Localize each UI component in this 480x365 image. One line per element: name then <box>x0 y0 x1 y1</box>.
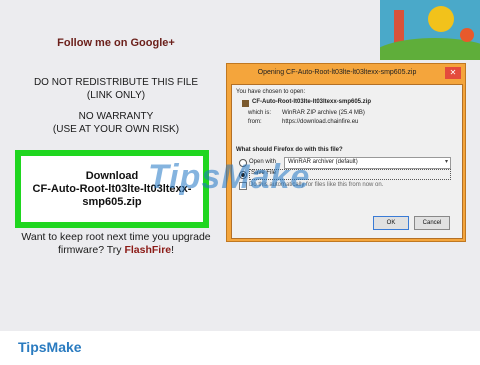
dialog-title: Opening CF-Auto-Root-lt03lte-lt03ltexx-s… <box>257 69 417 76</box>
warning-line: DO NOT REDISTRIBUTE THIS FILE <box>33 77 199 88</box>
sun-shape <box>428 6 454 32</box>
tipsmake-watermark: TipsMake <box>148 158 311 196</box>
from-label: from: <box>248 119 262 125</box>
chevron-down-icon: ▾ <box>444 159 448 165</box>
warranty-warning: NO WARRANTY (USE AT YOUR OWN RISK) <box>0 110 232 136</box>
file-type-value: WinRAR ZIP archive (25.4 MB) <box>282 110 365 116</box>
flashfire-banner-image <box>380 0 480 60</box>
chosen-label: You have chosen to open: <box>236 89 306 95</box>
flashfire-link[interactable]: FlashFire <box>124 244 171 256</box>
file-name: CF-Auto-Root-lt03lte-lt03ltexx-smp605.zi… <box>252 99 372 105</box>
tipsmake-logo-text: TipsMake <box>18 339 82 355</box>
warning-line: (LINK ONLY) <box>86 90 146 101</box>
download-title[interactable]: Download <box>86 170 139 183</box>
action-question: What should Firefox do with this file? <box>236 147 343 153</box>
flashfire-promo-text: Want to keep root next time you upgrade … <box>21 231 211 256</box>
dialog-titlebar[interactable]: Opening CF-Auto-Root-lt03lte-lt03ltexx-s… <box>227 64 465 84</box>
follow-google-plus-text[interactable]: Follow me on Google+ <box>0 37 232 49</box>
warning-line: (USE AT YOUR OWN RISK) <box>52 124 180 135</box>
redistribute-warning: DO NOT REDISTRIBUTE THIS FILE (LINK ONLY… <box>0 76 232 102</box>
zip-file-icon <box>242 100 249 107</box>
flashfire-promo: Want to keep root next time you upgrade … <box>0 231 232 257</box>
source-url-value: https://download.chainfire.eu <box>282 119 359 125</box>
flashfire-promo-suffix: ! <box>171 244 175 256</box>
close-button[interactable]: ✕ <box>445 67 461 79</box>
ok-button[interactable]: OK <box>373 216 409 230</box>
which-is-label: which is: <box>248 110 272 116</box>
firefox-open-file-dialog: Opening CF-Auto-Root-lt03lte-lt03ltexx-s… <box>226 63 466 242</box>
warning-line: NO WARRANTY <box>78 111 154 122</box>
bird-shape <box>460 28 474 42</box>
cancel-button[interactable]: Cancel <box>414 216 450 230</box>
